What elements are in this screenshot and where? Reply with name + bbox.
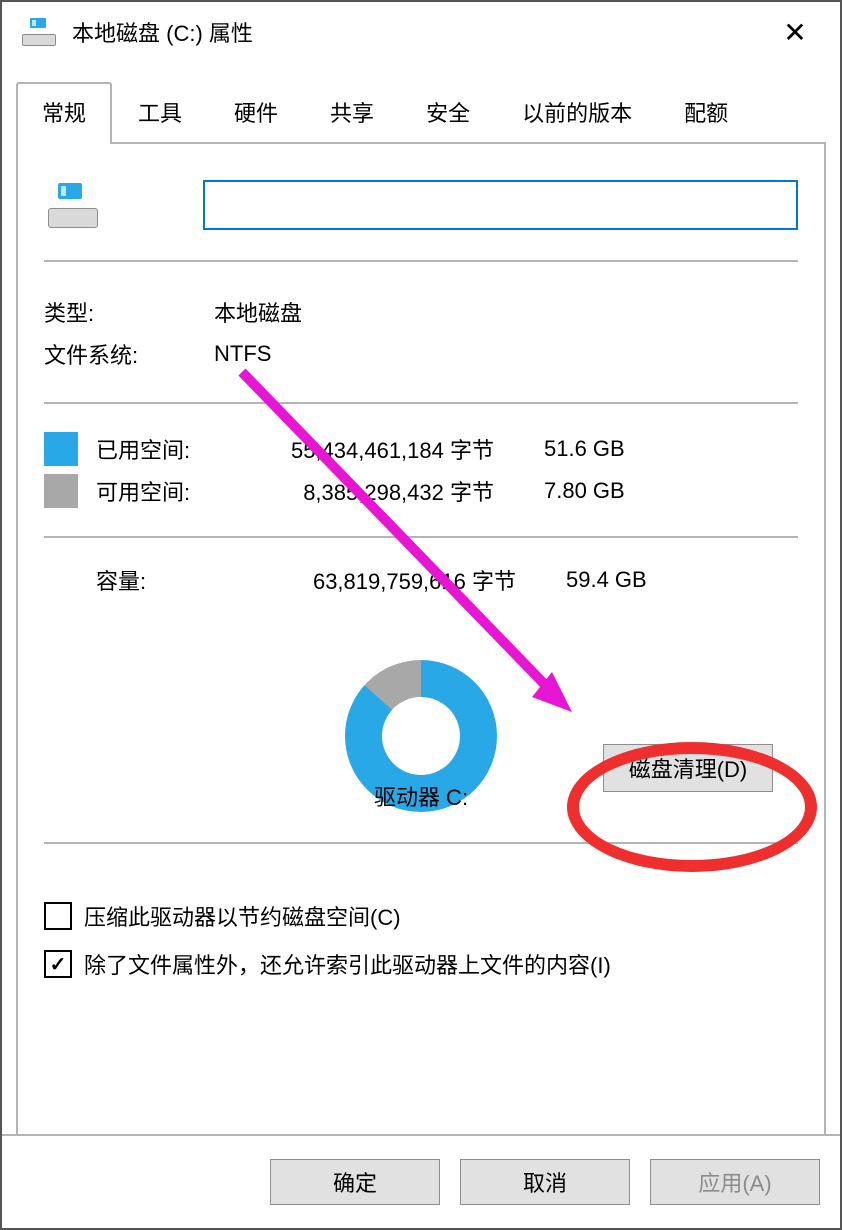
free-bytes: 8,385,298,432 字节	[214, 475, 494, 507]
drive-letter-label: 驱动器 C:	[374, 780, 468, 812]
window-title: 本地磁盘 (C:) 属性	[72, 16, 253, 48]
compress-label: 压缩此驱动器以节约磁盘空间(C)	[84, 900, 401, 932]
filesystem-value: NTFS	[214, 341, 271, 367]
capacity-gb: 59.4 GB	[566, 567, 676, 593]
drive-icon	[22, 18, 62, 46]
tab-sharing[interactable]: 共享	[304, 82, 400, 142]
tab-quota[interactable]: 配额	[658, 82, 754, 142]
filesystem-label: 文件系统:	[44, 338, 214, 370]
used-gb: 51.6 GB	[544, 436, 654, 462]
type-value: 本地磁盘	[214, 296, 302, 328]
titlebar: 本地磁盘 (C:) 属性 ✕	[2, 2, 840, 62]
cancel-button[interactable]: 取消	[460, 1159, 630, 1205]
space-section: 已用空间: 55,434,461,184 字节 51.6 GB 可用空间: 8,…	[44, 404, 798, 538]
tab-hardware[interactable]: 硬件	[208, 82, 304, 142]
tab-previous[interactable]: 以前的版本	[496, 82, 658, 142]
ok-button[interactable]: 确定	[270, 1159, 440, 1205]
tab-strip: 常规 工具 硬件 共享 安全 以前的版本 配额	[16, 82, 826, 144]
index-label: 除了文件属性外，还允许索引此驱动器上文件的内容(I)	[84, 948, 611, 980]
used-bytes: 55,434,461,184 字节	[214, 433, 494, 465]
tab-general[interactable]: 常规	[16, 82, 112, 142]
drive-large-icon	[48, 183, 103, 228]
capacity-bytes: 63,819,759,616 字节	[266, 564, 516, 596]
close-button[interactable]: ✕	[770, 16, 820, 49]
free-label: 可用空间:	[96, 475, 214, 507]
options-section: 压缩此驱动器以节约磁盘空间(C) 除了文件属性外，还允许索引此驱动器上文件的内容…	[44, 844, 798, 980]
used-swatch	[44, 432, 78, 466]
dialog-footer: 确定 取消 应用(A)	[2, 1134, 840, 1228]
tab-security[interactable]: 安全	[400, 82, 496, 142]
properties-dialog: 本地磁盘 (C:) 属性 ✕ 常规 工具 硬件 共享 安全 以前的版本 配额 类…	[0, 0, 842, 1230]
tab-tools[interactable]: 工具	[112, 82, 208, 142]
compress-checkbox[interactable]	[44, 902, 72, 930]
free-swatch	[44, 474, 78, 508]
type-label: 类型:	[44, 296, 214, 328]
capacity-section: 容量: 63,819,759,616 字节 59.4 GB 驱动器 C: 磁盘清…	[44, 538, 798, 844]
drive-name-input[interactable]	[203, 180, 798, 230]
used-label: 已用空间:	[96, 433, 214, 465]
meta-section: 类型: 本地磁盘 文件系统: NTFS	[44, 262, 798, 404]
apply-button[interactable]: 应用(A)	[650, 1159, 820, 1205]
capacity-label: 容量:	[96, 564, 266, 596]
index-checkbox[interactable]	[44, 950, 72, 978]
disk-cleanup-button[interactable]: 磁盘清理(D)	[603, 744, 773, 792]
general-panel: 类型: 本地磁盘 文件系统: NTFS 已用空间: 55,434,461,184…	[16, 144, 826, 1194]
free-gb: 7.80 GB	[544, 478, 654, 504]
